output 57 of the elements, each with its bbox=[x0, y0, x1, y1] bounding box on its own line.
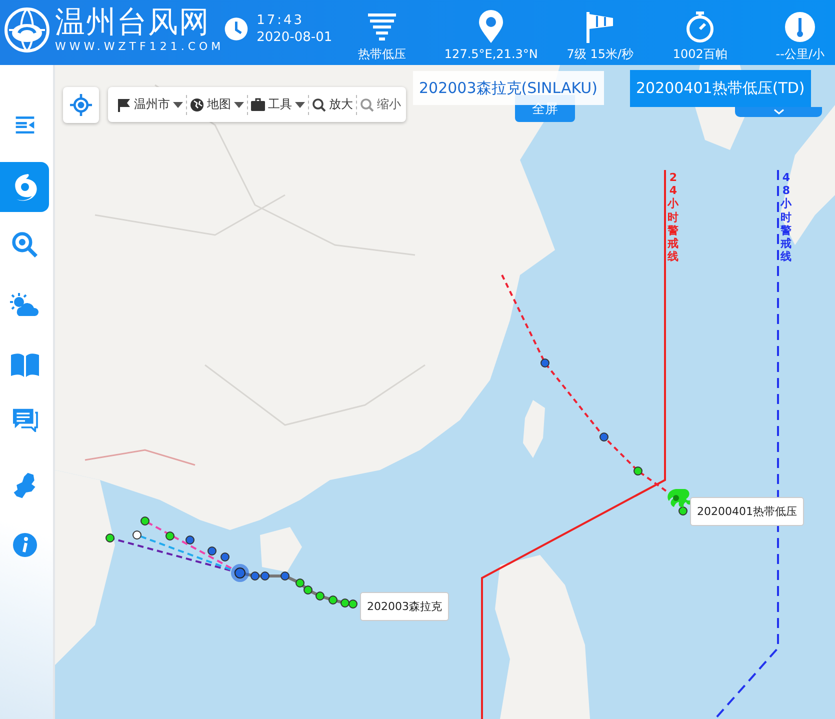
track-point[interactable] bbox=[280, 572, 290, 580]
caret-icon bbox=[173, 102, 183, 108]
track-point[interactable] bbox=[132, 530, 142, 540]
typhoon-tab[interactable]: 202003森拉克(SINLAKU) bbox=[413, 71, 604, 105]
warning-line-label: 48小时警戒线 bbox=[779, 171, 793, 264]
typhoon-info-text: --公里/小 bbox=[776, 47, 824, 62]
magnifier-icon bbox=[312, 98, 326, 112]
typhoon-info-text: 127.5°E,21.3°N bbox=[444, 47, 538, 62]
typhoon-nav-button[interactable] bbox=[0, 162, 49, 212]
gauge-icon bbox=[783, 10, 818, 44]
caret-icon bbox=[234, 102, 244, 108]
track-point[interactable] bbox=[600, 432, 608, 442]
globe-dropdown[interactable]: 地图 bbox=[187, 96, 247, 113]
track-point[interactable] bbox=[678, 506, 688, 516]
track-point[interactable] bbox=[140, 516, 150, 526]
toolbox-dropdown[interactable]: 工具 bbox=[248, 96, 308, 113]
update-date: 2020-08-01 bbox=[256, 29, 332, 46]
track-point[interactable] bbox=[208, 546, 216, 556]
typhoon-name-label: 202003森拉克 bbox=[360, 592, 449, 621]
zoom-in-button[interactable]: 放大 bbox=[309, 96, 356, 113]
track-point[interactable] bbox=[186, 536, 194, 544]
track-point[interactable] bbox=[304, 586, 312, 594]
info-icon bbox=[12, 532, 38, 558]
globe-icon bbox=[190, 98, 204, 112]
expand-button[interactable] bbox=[735, 107, 822, 117]
typhoon-marker-icon[interactable] bbox=[231, 564, 249, 582]
warning-line-label: 24小时警戒线 bbox=[666, 171, 680, 264]
typhoon-info-text: 热带低压 bbox=[358, 47, 406, 62]
track-point[interactable] bbox=[296, 578, 304, 588]
track-point[interactable] bbox=[328, 596, 338, 604]
search-icon bbox=[10, 231, 38, 259]
cloud-globe-logo-icon bbox=[3, 6, 51, 54]
site-url: WWW.WZTF121.COM bbox=[55, 40, 224, 54]
locate-icon bbox=[70, 94, 92, 116]
collapse-menu-icon bbox=[14, 114, 36, 136]
track-point[interactable] bbox=[634, 466, 642, 476]
flag-icon bbox=[117, 98, 131, 112]
flag-dropdown[interactable]: 温州市 bbox=[114, 96, 186, 113]
locate-button[interactable] bbox=[63, 87, 99, 123]
track-point[interactable] bbox=[540, 358, 550, 368]
chevron-down-icon bbox=[772, 109, 784, 115]
sun-cloud-icon bbox=[8, 292, 40, 318]
update-time: 17:43 bbox=[256, 12, 306, 29]
typhoon-info-text: 1002百帕 bbox=[672, 47, 728, 62]
track-point[interactable] bbox=[166, 532, 174, 540]
track-point[interactable] bbox=[106, 534, 114, 542]
zoom-out-button[interactable]: 缩小 bbox=[357, 96, 404, 113]
typhoon-name-label: 20200401热带低压 bbox=[690, 497, 804, 526]
magnifier-icon bbox=[360, 98, 374, 112]
chat-bubbles-icon bbox=[12, 408, 38, 432]
site-title: 温州台风网 bbox=[55, 6, 211, 40]
track-point[interactable] bbox=[316, 592, 324, 600]
caret-icon bbox=[295, 102, 305, 108]
briefcase-icon bbox=[251, 98, 265, 112]
track-point[interactable] bbox=[220, 552, 230, 562]
open-book-icon bbox=[10, 352, 40, 378]
typhoon-info-text: 7级 15米/秒 bbox=[566, 47, 634, 62]
